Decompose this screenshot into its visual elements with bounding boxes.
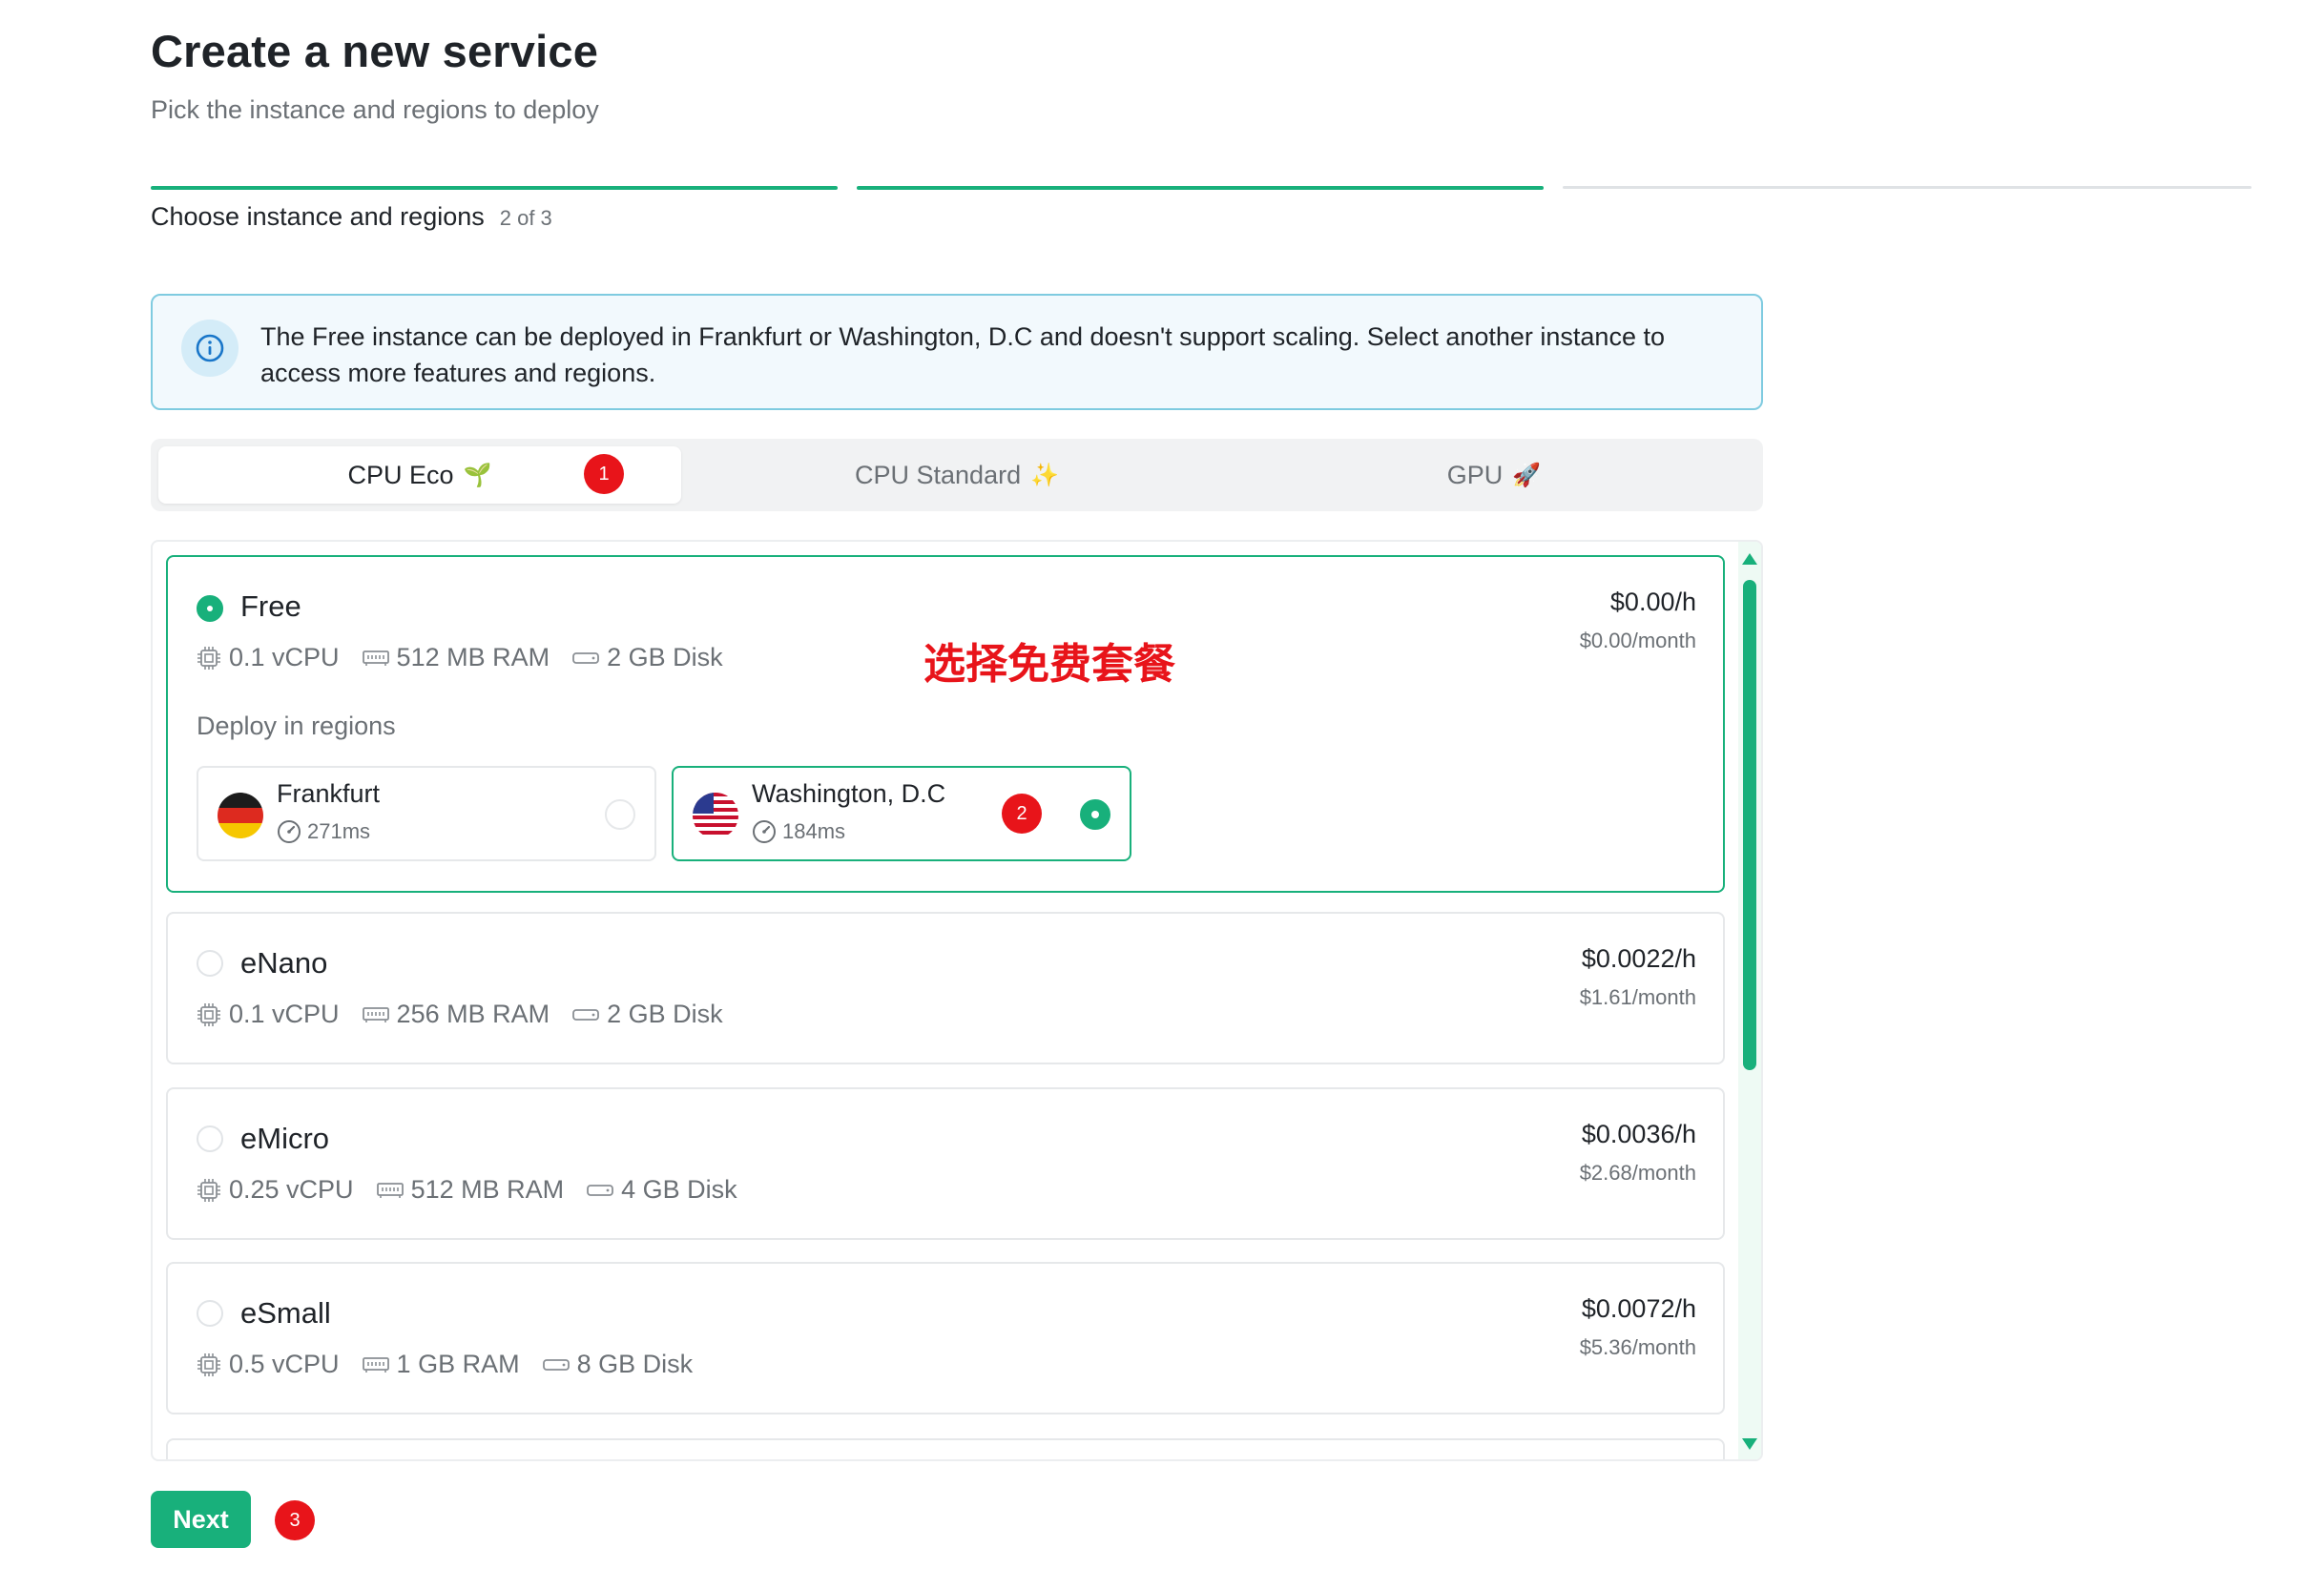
plan-specs: 0.1 vCPU 256 MB RAM 2 GB Disk — [197, 1000, 746, 1029]
plan-name: eNano — [240, 946, 328, 980]
step-bar-3 — [1563, 186, 2251, 189]
scrollbar-thumb[interactable] — [1743, 580, 1756, 1070]
memory-icon — [362, 1006, 389, 1022]
plan-radio[interactable] — [197, 1125, 223, 1152]
instance-type-tabs: CPU Eco 🌱 CPU Standard ✨ GPU 🚀 1 — [151, 439, 1763, 511]
latency: 184ms — [752, 819, 845, 844]
plan-name: Free — [240, 589, 301, 623]
rocket-icon: 🚀 — [1512, 462, 1542, 488]
spec-ram: 512 MB RAM — [376, 1175, 564, 1205]
plan-radio[interactable] — [197, 950, 223, 977]
spec-disk: 8 GB Disk — [542, 1350, 693, 1379]
annotation-badge-1: 1 — [584, 454, 624, 494]
gauge-icon — [753, 820, 776, 843]
deploy-regions-label: Deploy in regions — [197, 712, 396, 740]
disk-icon — [542, 1358, 570, 1371]
tab-label: CPU Eco — [347, 460, 454, 489]
gauge-icon — [278, 820, 301, 843]
spec-ram: 256 MB RAM — [362, 1000, 550, 1029]
price-monthly: $1.61/month — [1579, 985, 1696, 1009]
spec-vcpu: 0.5 vCPU — [197, 1350, 340, 1379]
spec-vcpu: 0.1 vCPU — [197, 643, 340, 672]
region-name: Washington, D.C — [752, 779, 946, 808]
spec-vcpu: 0.25 vCPU — [197, 1175, 354, 1205]
usa-flag-icon — [693, 793, 738, 838]
plan-name: eSmall — [240, 1296, 331, 1330]
page-subtitle: Pick the instance and regions to deploy — [151, 95, 599, 124]
disk-icon — [572, 1008, 600, 1021]
page-title: Create a new service — [151, 26, 599, 76]
plan-card-emicro[interactable]: eMicro 0.25 vCPU 512 MB RAM 4 GB Disk $0… — [166, 1087, 1725, 1240]
sparkles-icon: ✨ — [1030, 462, 1059, 488]
disk-icon — [572, 651, 600, 664]
step-label-row: Choose instance and regions 2 of 3 — [151, 202, 552, 232]
alert-text: The Free instance can be deployed in Fra… — [260, 322, 1665, 387]
spec-disk: 2 GB Disk — [572, 1000, 723, 1029]
plan-specs: 0.5 vCPU 1 GB RAM 8 GB Disk — [197, 1350, 716, 1379]
info-icon — [181, 320, 239, 377]
step-label: Choose instance and regions — [151, 202, 485, 231]
step-count: 2 of 3 — [499, 206, 552, 230]
tab-gpu[interactable]: GPU 🚀 — [1233, 446, 1755, 504]
price-hourly: $0.0022/h — [1581, 944, 1696, 973]
spec-ram: 512 MB RAM — [362, 643, 550, 672]
price-monthly: $2.68/month — [1579, 1161, 1696, 1185]
plan-radio[interactable] — [197, 1300, 223, 1327]
annotation-badge-3: 3 — [275, 1500, 315, 1540]
memory-icon — [362, 1356, 389, 1373]
region-radio[interactable] — [605, 799, 635, 830]
region-card-frankfurt[interactable]: Frankfurt 271ms — [197, 766, 656, 861]
disk-icon — [587, 1184, 614, 1196]
next-button[interactable]: Next — [151, 1491, 251, 1548]
memory-icon — [376, 1182, 404, 1198]
tab-label: CPU Standard — [855, 460, 1022, 489]
tab-label: GPU — [1446, 460, 1504, 489]
spec-ram: 1 GB RAM — [362, 1350, 520, 1379]
germany-flag-icon — [218, 793, 263, 838]
scroll-up-arrow-icon[interactable] — [1742, 553, 1757, 565]
price-hourly: $0.0072/h — [1581, 1294, 1696, 1323]
plan-name: eMicro — [240, 1122, 330, 1155]
annotation-badge-2: 2 — [1002, 794, 1042, 834]
step-bar-1 — [151, 186, 838, 190]
spec-vcpu: 0.1 vCPU — [197, 1000, 340, 1029]
plan-card-esmall[interactable]: eSmall 0.5 vCPU 1 GB RAM 8 GB Disk $0.00… — [166, 1262, 1725, 1414]
seedling-icon: 🌱 — [463, 462, 492, 488]
plan-card-partial[interactable] — [166, 1438, 1725, 1459]
spec-disk: 4 GB Disk — [587, 1175, 737, 1205]
cpu-icon — [197, 1178, 220, 1202]
tab-cpu-standard[interactable]: CPU Standard ✨ — [695, 446, 1218, 504]
plan-radio[interactable] — [197, 595, 223, 622]
plan-card-enano[interactable]: eNano 0.1 vCPU 256 MB RAM 2 GB Disk $0.0… — [166, 912, 1725, 1064]
price-monthly: $0.00/month — [1579, 629, 1696, 652]
price-hourly: $0.0036/h — [1581, 1120, 1696, 1148]
latency: 271ms — [277, 819, 370, 844]
region-name: Frankfurt — [277, 779, 381, 808]
price-hourly: $0.00/h — [1609, 588, 1696, 616]
plan-specs: 0.25 vCPU 512 MB RAM 4 GB Disk — [197, 1175, 760, 1205]
step-bar-2 — [857, 186, 1544, 190]
plan-card-free[interactable]: Free 0.1 vCPU 512 MB RAM 2 GB Disk $0.00… — [166, 555, 1725, 893]
price-monthly: $5.36/month — [1579, 1335, 1696, 1359]
region-radio[interactable] — [1080, 799, 1110, 830]
region-card-washington[interactable]: Washington, D.C 184ms 2 — [672, 766, 1131, 861]
spec-disk: 2 GB Disk — [572, 643, 723, 672]
cpu-icon — [197, 1002, 220, 1026]
scrollbar[interactable] — [1738, 542, 1761, 1459]
cpu-icon — [197, 646, 220, 670]
info-alert: The Free instance can be deployed in Fra… — [151, 294, 1763, 410]
plan-specs: 0.1 vCPU 512 MB RAM 2 GB Disk — [197, 643, 746, 672]
scroll-down-arrow-icon[interactable] — [1742, 1438, 1757, 1450]
cpu-icon — [197, 1352, 220, 1376]
memory-icon — [362, 650, 389, 666]
annotation-text: 选择免费套餐 — [923, 640, 1175, 689]
